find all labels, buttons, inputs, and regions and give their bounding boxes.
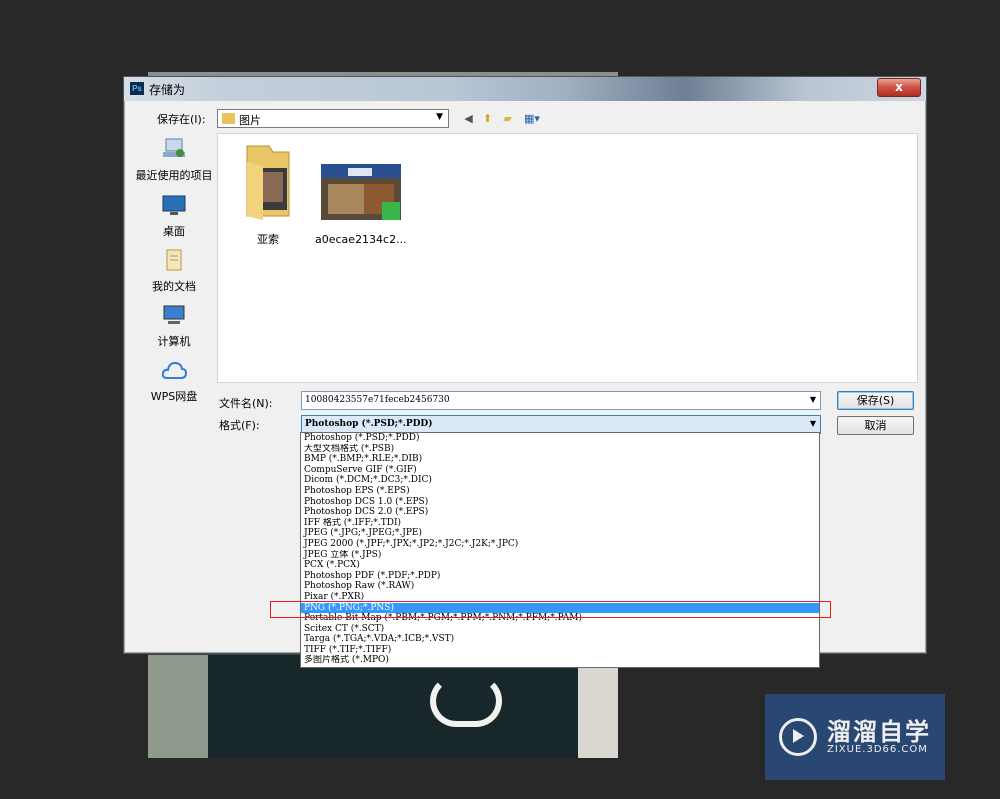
cloud-icon bbox=[161, 361, 188, 379]
format-option[interactable]: BMP (*.BMP;*.RLE;*.DIB) bbox=[301, 454, 819, 465]
image-thumbnail-icon bbox=[321, 164, 401, 220]
chevron-down-icon[interactable]: ▼ bbox=[810, 419, 816, 428]
new-folder-icon[interactable]: ▰ bbox=[500, 111, 515, 126]
format-option[interactable]: 大型文档格式 (*.PSB) bbox=[301, 444, 819, 455]
cancel-button[interactable]: 取消 bbox=[837, 416, 914, 435]
file-item-image[interactable]: a0ecae2134c2... bbox=[315, 162, 407, 246]
file-name: 亚索 bbox=[257, 233, 279, 246]
dialog-title: 存储为 bbox=[149, 83, 186, 97]
up-folder-icon[interactable]: ⬆ bbox=[480, 111, 495, 126]
folder-icon bbox=[222, 113, 235, 124]
format-label: 格式(F): bbox=[219, 419, 260, 432]
format-option[interactable]: Photoshop DCS 1.0 (*.EPS) bbox=[301, 497, 819, 508]
look-in-value: 图片 bbox=[239, 114, 261, 127]
desktop-icon bbox=[162, 195, 186, 215]
computer-icon bbox=[163, 305, 185, 324]
place-computer[interactable]: 计算机 bbox=[129, 303, 219, 349]
format-option[interactable]: Photoshop Raw (*.RAW) bbox=[301, 581, 819, 592]
format-option[interactable]: 多图片格式 (*.MPO) bbox=[301, 655, 819, 666]
filename-label: 文件名(N): bbox=[219, 397, 273, 410]
view-menu-icon[interactable]: ▦▾ bbox=[520, 111, 544, 126]
close-button[interactable]: x bbox=[877, 78, 921, 97]
place-label: WPS网盘 bbox=[150, 390, 198, 403]
format-option[interactable]: Scitex CT (*.SCT) bbox=[301, 624, 819, 635]
dialog-titlebar[interactable]: Ps 存储为 x bbox=[124, 77, 926, 101]
format-option[interactable]: TIFF (*.TIF;*.TIFF) bbox=[301, 645, 819, 656]
annotation-highlight-box bbox=[270, 601, 831, 618]
place-documents[interactable]: 我的文档 bbox=[129, 248, 219, 294]
watermark-subtitle: ZIXUE.3D66.COM bbox=[827, 744, 928, 755]
look-in-combo[interactable]: 图片 ▼ bbox=[217, 109, 449, 128]
play-icon bbox=[779, 718, 817, 756]
format-option[interactable]: Dicom (*.DCM;*.DC3;*.DIC) bbox=[301, 475, 819, 486]
documents-icon bbox=[166, 249, 182, 271]
file-list-view[interactable]: 亚索 a0ecae2134c2... bbox=[217, 133, 918, 383]
format-option[interactable]: Photoshop EPS (*.EPS) bbox=[301, 486, 819, 497]
place-label: 我的文档 bbox=[152, 280, 196, 293]
place-label: 计算机 bbox=[157, 335, 191, 348]
back-icon[interactable]: ◀ bbox=[461, 111, 476, 126]
background-hoodie-photo bbox=[148, 655, 618, 758]
place-recent[interactable]: 最近使用的项目 bbox=[129, 137, 219, 183]
photoshop-app-icon: Ps bbox=[130, 82, 144, 95]
watermark-logo: 溜溜自学 ZIXUE.3D66.COM bbox=[765, 694, 945, 780]
file-name: a0ecae2134c2... bbox=[315, 233, 407, 246]
format-value: Photoshop (*.PSD;*.PDD) bbox=[305, 419, 433, 429]
place-label: 桌面 bbox=[163, 225, 185, 238]
format-option[interactable]: JPEG 立体 (*.JPS) bbox=[301, 550, 819, 561]
file-item-folder[interactable]: 亚索 bbox=[223, 142, 313, 247]
format-option[interactable]: IFF 格式 (*.IFF;*.TDI) bbox=[301, 518, 819, 529]
filename-value: 10080423557e71feceb2456730 bbox=[305, 395, 450, 405]
place-wps-cloud[interactable]: WPS网盘 bbox=[129, 358, 219, 404]
place-label: 最近使用的项目 bbox=[135, 169, 213, 182]
format-option[interactable]: Photoshop (*.PSD;*.PDD) bbox=[301, 433, 819, 444]
format-option[interactable]: CompuServe GIF (*.GIF) bbox=[301, 465, 819, 476]
recent-items-icon bbox=[163, 138, 185, 157]
filename-input[interactable]: 10080423557e71feceb2456730 ▼ bbox=[301, 391, 821, 410]
place-desktop[interactable]: 桌面 bbox=[129, 193, 219, 239]
watermark-title: 溜溜自学 bbox=[827, 718, 931, 746]
look-in-label: 保存在(I): bbox=[157, 113, 206, 126]
chevron-down-icon: ▼ bbox=[436, 112, 443, 122]
format-option[interactable]: Photoshop DCS 2.0 (*.EPS) bbox=[301, 507, 819, 518]
save-button[interactable]: 保存(S) bbox=[837, 391, 914, 410]
folder-icon bbox=[246, 145, 290, 220]
format-dropdown-list[interactable]: Photoshop (*.PSD;*.PDD) 大型文档格式 (*.PSB) B… bbox=[300, 432, 820, 668]
format-option[interactable]: Photoshop PDF (*.PDF;*.PDP) bbox=[301, 571, 819, 582]
format-option[interactable]: PCX (*.PCX) bbox=[301, 560, 819, 571]
format-option[interactable]: JPEG (*.JPG;*.JPEG;*.JPE) bbox=[301, 528, 819, 539]
format-option[interactable]: JPEG 2000 (*.JPF;*.JPX;*.JP2;*.J2C;*.J2K… bbox=[301, 539, 819, 550]
chevron-down-icon[interactable]: ▼ bbox=[810, 395, 816, 404]
format-option[interactable]: Targa (*.TGA;*.VDA;*.ICB;*.VST) bbox=[301, 634, 819, 645]
